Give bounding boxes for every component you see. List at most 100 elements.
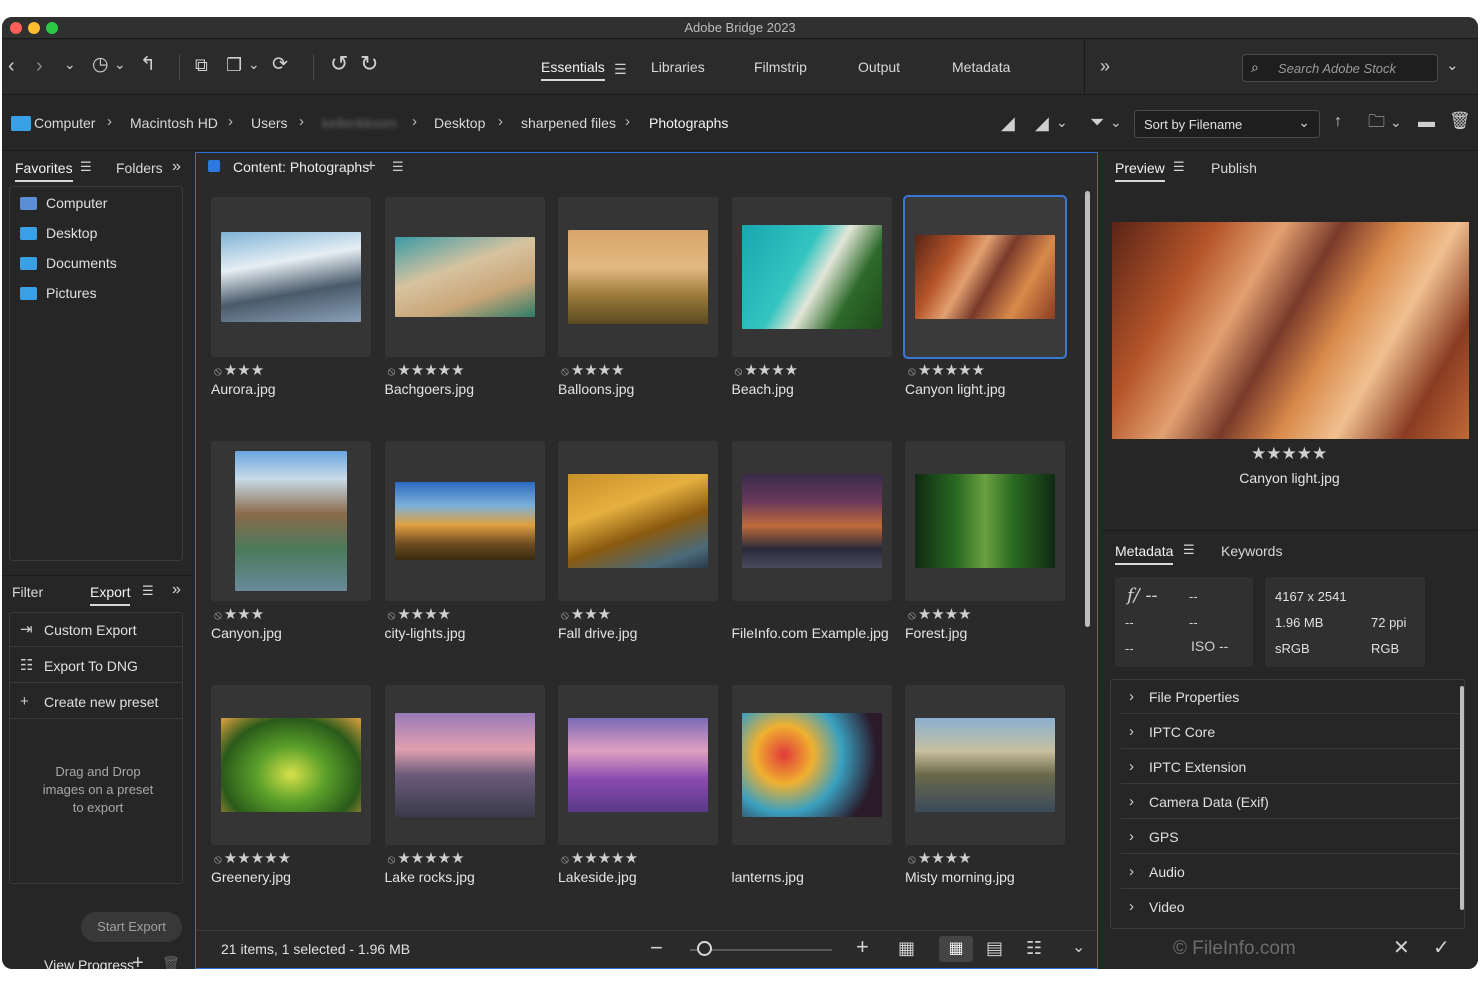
reject-icon[interactable]: ⦸ — [388, 608, 396, 622]
section-audio[interactable]: › Audio — [1121, 855, 1461, 889]
tab-export[interactable]: Export — [90, 584, 131, 606]
preview-image[interactable] — [1112, 222, 1469, 439]
view-progress-link[interactable]: View Progress — [44, 957, 134, 969]
star-rating[interactable]: ⦸ ★★★★★ — [388, 361, 465, 379]
grid-lock-icon[interactable]: ▦ — [898, 938, 915, 959]
thumbnail-cell[interactable] — [384, 685, 545, 845]
tab-metadata[interactable]: Metadata — [1115, 543, 1174, 565]
cancel-icon[interactable]: ✕ — [1393, 935, 1410, 960]
breadcrumb-desktop[interactable]: Desktop — [434, 115, 485, 131]
star-rating[interactable]: ⦸ ★★★★★ — [214, 849, 291, 867]
thumbnail-image[interactable] — [568, 718, 708, 812]
reject-icon[interactable]: ⦸ — [908, 364, 916, 378]
tab-favorites[interactable]: Favorites — [15, 160, 73, 182]
workspace-essentials[interactable]: Essentials — [541, 59, 605, 81]
more-workspaces-icon[interactable]: » — [1100, 56, 1110, 76]
section-iptc-core[interactable]: › IPTC Core — [1121, 715, 1461, 749]
recent-folder-chevron-icon[interactable]: ⌄ — [1390, 112, 1402, 132]
thumbnail-image[interactable] — [221, 232, 361, 322]
details-view-icon[interactable]: ▤ — [986, 938, 1003, 959]
star-rating[interactable]: ⦸ ★★★★ — [908, 605, 972, 623]
thumbnail-image[interactable] — [915, 235, 1055, 319]
star-rating[interactable]: ⦸ ★★★ — [214, 361, 264, 379]
breadcrumb-users[interactable]: Users — [251, 115, 288, 131]
thumbnail-cell[interactable] — [905, 685, 1065, 845]
breadcrumb-user-folder[interactable]: kellenbloom — [322, 115, 397, 131]
sort-select[interactable]: Sort by Filename ⌄ — [1134, 110, 1320, 138]
tab-keywords[interactable]: Keywords — [1221, 543, 1282, 559]
breadcrumb-sharpened-files[interactable]: sharpened files — [521, 115, 616, 131]
list-view-icon[interactable]: ☷ — [1026, 938, 1042, 959]
reject-icon[interactable]: ⦸ — [561, 364, 569, 378]
thumbnail-cell[interactable] — [558, 685, 718, 845]
export-menu-icon[interactable]: ☰ — [142, 583, 154, 599]
favorite-computer[interactable]: Computer — [20, 195, 107, 211]
thumbnail-image[interactable] — [394, 713, 535, 817]
clear-progress-icon[interactable]: 🗑 — [162, 955, 180, 969]
thumbnail-cell[interactable] — [731, 441, 892, 601]
search-chevron-icon[interactable]: ⌄ — [1446, 56, 1459, 76]
create-preset-item[interactable]: + Create new preset — [10, 685, 182, 719]
custom-export-item[interactable]: ⇥ Custom Export — [10, 613, 182, 647]
workspace-menu-icon[interactable]: ☰ — [614, 59, 627, 79]
section-gps[interactable]: › GPS — [1121, 820, 1461, 854]
star-rating[interactable]: ⦸ ★★★★ — [388, 605, 452, 623]
zoom-out-icon[interactable]: − — [650, 935, 663, 961]
forward-icon[interactable]: › — [36, 56, 43, 76]
favorite-desktop[interactable]: Desktop — [20, 225, 97, 241]
rotate-left-icon[interactable]: ↺ — [330, 53, 348, 75]
recent-chevron-icon[interactable]: ⌄ — [114, 54, 126, 74]
tab-folders[interactable]: Folders — [116, 160, 163, 176]
export-to-dng-item[interactable]: ☷ Export To DNG — [10, 649, 182, 683]
sort-ascending-icon[interactable]: ↑ — [1334, 112, 1342, 132]
chevron-down-icon[interactable]: ⌄ — [64, 54, 76, 74]
thumbnail-image[interactable] — [568, 474, 708, 568]
refine-icon[interactable]: ⟳ — [272, 55, 288, 75]
metadata-scrollbar[interactable] — [1460, 686, 1464, 910]
workspace-filmstrip[interactable]: Filmstrip — [754, 59, 807, 75]
favorite-documents[interactable]: Documents — [20, 255, 117, 271]
thumbnail-image[interactable] — [221, 718, 361, 812]
back-icon[interactable]: ‹ — [8, 56, 15, 76]
star-rating[interactable]: ⦸ ★★★★★ — [908, 361, 985, 379]
reject-icon[interactable]: ⦸ — [908, 852, 916, 866]
add-icon[interactable]: + — [132, 952, 144, 969]
reject-icon[interactable]: ⦸ — [214, 364, 222, 378]
minimize-window-button[interactable] — [28, 22, 40, 34]
reject-icon[interactable]: ⦸ — [908, 608, 916, 622]
apply-icon[interactable]: ✓ — [1433, 935, 1450, 960]
new-folder-icon[interactable]: ▬ — [1418, 112, 1435, 132]
thumbnail-cell[interactable] — [211, 441, 371, 601]
thumbnail-image[interactable] — [741, 225, 882, 329]
thumbnail-image[interactable] — [235, 451, 347, 591]
recent-folder-icon[interactable]: 🗀 — [1368, 112, 1385, 132]
thumbnail-cell[interactable] — [558, 197, 718, 357]
filter-chevron-icon[interactable]: ⌄ — [1110, 112, 1122, 132]
reject-icon[interactable]: ⦸ — [214, 608, 222, 622]
star-rating[interactable]: ⦸ ★★★★★ — [388, 849, 465, 867]
content-scrollbar[interactable] — [1085, 191, 1090, 627]
export-expand-icon[interactable]: » — [172, 581, 181, 599]
add-content-tab-icon[interactable]: + — [366, 156, 376, 176]
thumbnail-image[interactable] — [741, 474, 882, 568]
reject-icon[interactable]: ⦸ — [735, 364, 743, 378]
thumbnail-cell[interactable] — [731, 197, 892, 357]
copy-files-icon[interactable]: ❐ — [226, 55, 242, 75]
star-rating[interactable]: ⦸ ★★★ — [561, 605, 611, 623]
filter-icon[interactable]: ⏷ — [1090, 112, 1104, 132]
workspace-output[interactable]: Output — [858, 59, 900, 75]
thumbnail-image[interactable] — [394, 482, 535, 560]
close-window-button[interactable] — [10, 22, 22, 34]
tab-publish[interactable]: Publish — [1211, 160, 1257, 176]
thumbnail-image[interactable] — [915, 474, 1055, 568]
boomerang-icon[interactable]: ↰ — [140, 55, 156, 75]
slider-handle[interactable] — [697, 941, 712, 956]
breadcrumb-macintosh-hd[interactable]: Macintosh HD — [130, 115, 218, 131]
thumbnail-cell[interactable] — [384, 197, 545, 357]
workspace-libraries[interactable]: Libraries — [651, 59, 705, 75]
thumbnail-image[interactable] — [394, 237, 535, 317]
zoom-window-button[interactable] — [46, 22, 58, 34]
preview-menu-icon[interactable]: ☰ — [1173, 159, 1185, 175]
thumbnail-cell[interactable] — [731, 685, 892, 845]
thumbnail-view-icon[interactable]: ▦ — [939, 936, 973, 962]
